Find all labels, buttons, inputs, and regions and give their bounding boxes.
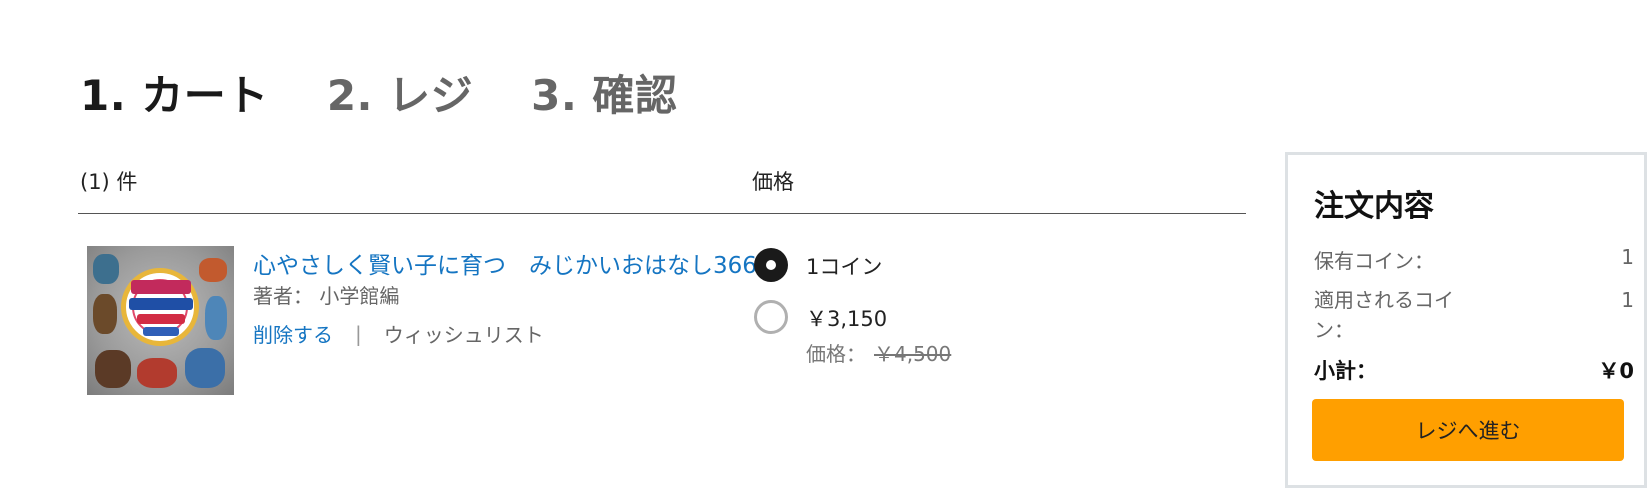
held-coins-value: 1 xyxy=(1621,245,1634,269)
coin-option-radio[interactable] xyxy=(754,248,788,282)
delete-link[interactable]: 削除する xyxy=(253,319,333,348)
applied-coins-label: 適用されるコイン： xyxy=(1314,288,1454,342)
yen-option-radio[interactable] xyxy=(754,300,788,334)
action-separator: | xyxy=(355,321,362,346)
order-summary-panel: 注文内容 保有コイン： 1 適用されるコイン： 1 小計： ￥0 レジへ進む xyxy=(1285,152,1647,488)
held-coins-label: 保有コイン： xyxy=(1314,249,1434,273)
item-count-header: (1) 件 xyxy=(80,170,138,194)
applied-coins-row: 適用されるコイン： 1 xyxy=(1314,285,1634,345)
held-coins-row: 保有コイン： 1 xyxy=(1314,245,1634,274)
table-divider xyxy=(78,213,1246,214)
item-author: 著者： 小学館編 xyxy=(253,284,400,308)
proceed-to-checkout-button[interactable]: レジへ進む xyxy=(1312,399,1624,461)
applied-coins-value: 1 xyxy=(1621,288,1634,312)
original-price-label: 価格： xyxy=(806,342,866,366)
original-price-value: ￥4,500 xyxy=(874,342,952,366)
summary-title: 注文内容 xyxy=(1314,189,1434,224)
checkout-steps: 1. カート 2. レジ 3. 確認 xyxy=(80,62,735,123)
yen-option-label[interactable]: ￥3,150 xyxy=(806,303,887,333)
subtotal-value: ￥0 xyxy=(1598,359,1634,383)
step-cart: 1. カート xyxy=(80,71,269,120)
book-cover-image[interactable] xyxy=(87,246,234,395)
original-price: 価格： ￥4,500 xyxy=(806,338,951,367)
subtotal-label: 小計： xyxy=(1314,359,1377,383)
price-column-header: 価格 xyxy=(752,170,794,194)
step-confirm: 3. 確認 xyxy=(531,71,678,120)
item-actions: 削除する | ウィッシュリスト xyxy=(253,319,544,348)
subtotal-row: 小計： ￥0 xyxy=(1314,355,1634,385)
item-title-link[interactable]: 心やさしく賢い子に育つ みじかいおはなし366 xyxy=(253,246,757,280)
coin-option-label[interactable]: 1コイン xyxy=(806,251,882,281)
step-register: 2. レジ xyxy=(326,71,474,120)
wishlist-link[interactable]: ウィッシュリスト xyxy=(384,319,544,348)
